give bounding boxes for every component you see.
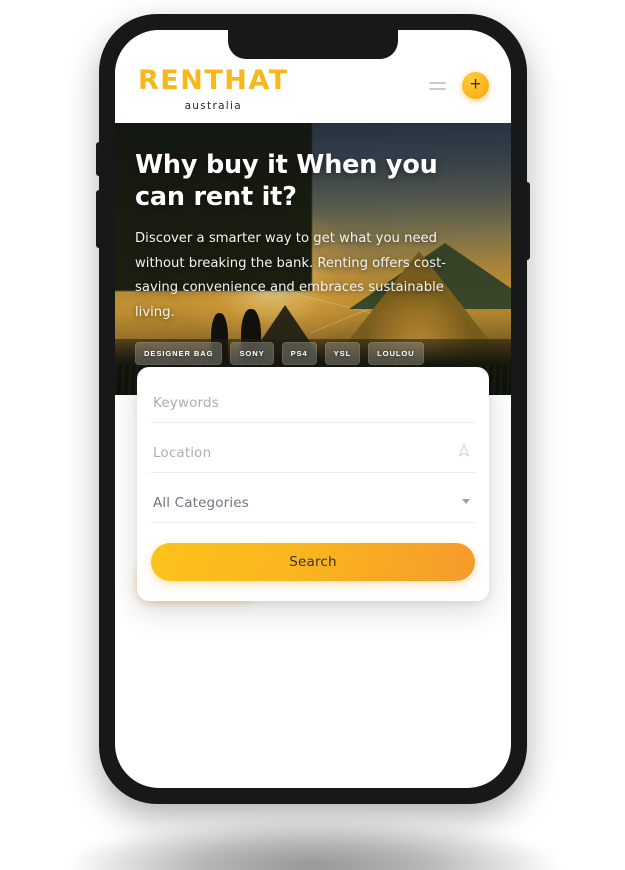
plus-icon: +: [469, 74, 482, 95]
power-button[interactable]: [526, 182, 530, 260]
hero-subtext: Discover a smarter way to get what you n…: [135, 231, 447, 320]
brand-logo[interactable]: RENTHAT australia: [138, 67, 289, 112]
hero-tag[interactable]: LOULOU: [368, 341, 424, 365]
phone-device-frame: RENTHAT australia + Why buy it When you …: [96, 14, 530, 804]
logo-wordmark: RENTHAT: [138, 65, 289, 96]
hero-tag[interactable]: SONY: [230, 341, 274, 365]
screenshot-stage: RENTHAT australia + Why buy it When you …: [0, 0, 625, 870]
search-card: Keywords Location All Categories Search: [137, 367, 489, 601]
search-submit-button[interactable]: Search: [151, 543, 475, 581]
hamburger-line: [429, 81, 446, 84]
hero-content: Why buy it When you can rent it? Discove…: [115, 123, 511, 395]
hero-tag[interactable]: YSL: [324, 341, 361, 365]
add-listing-button[interactable]: +: [462, 72, 489, 99]
hero-tag[interactable]: PS4: [281, 341, 317, 365]
category-selected-value: All Categories: [153, 495, 249, 511]
hamburger-line: [429, 87, 446, 90]
locate-arrow-icon[interactable]: [457, 443, 471, 463]
header-actions: +: [429, 72, 489, 99]
device-drop-shadow: [2, 806, 623, 870]
volume-up-button[interactable]: [96, 142, 100, 176]
logo-subtitle: australia: [184, 100, 242, 112]
hamburger-menu-icon[interactable]: [429, 81, 446, 90]
category-field[interactable]: All Categories: [151, 489, 475, 523]
location-input-placeholder: Location: [153, 445, 212, 461]
hero-tag[interactable]: DESIGNER BAG: [135, 341, 223, 365]
phone-screen: RENTHAT australia + Why buy it When you …: [115, 30, 511, 788]
keywords-field[interactable]: Keywords: [151, 389, 475, 423]
hero-banner: Why buy it When you can rent it? Discove…: [115, 123, 511, 395]
volume-down-button[interactable]: [96, 190, 100, 248]
keywords-input-placeholder: Keywords: [153, 395, 219, 411]
location-field[interactable]: Location: [151, 439, 475, 473]
phone-notch: [228, 30, 398, 59]
hero-tag-list: DESIGNER BAG SONY PS4 YSL LOULOU: [135, 341, 491, 365]
chevron-down-icon[interactable]: [462, 499, 470, 504]
hero-headline: Why buy it When you can rent it?: [135, 150, 438, 213]
